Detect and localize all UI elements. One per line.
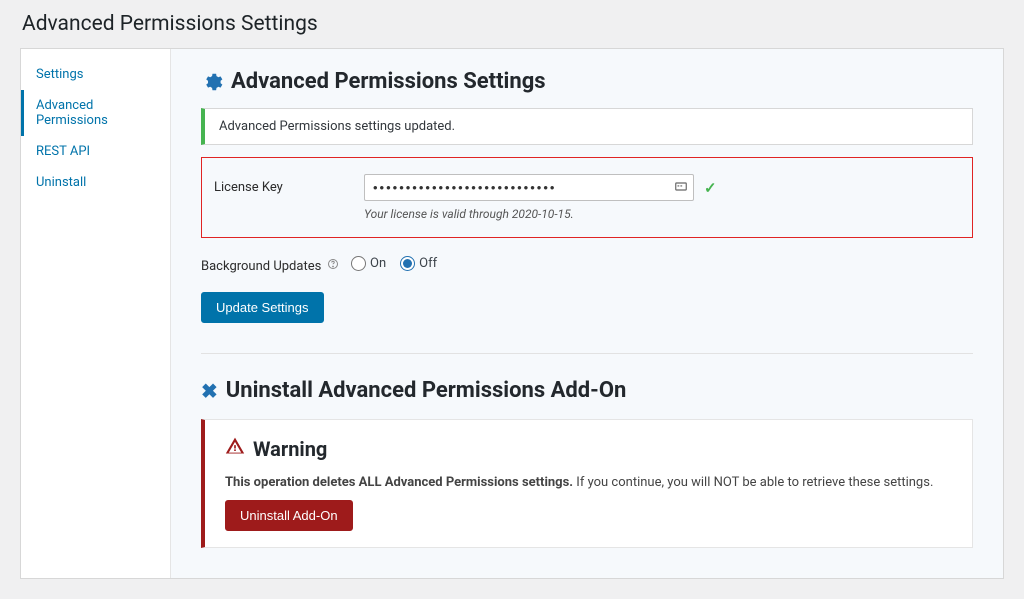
background-updates-label: Background Updates [201,259,321,274]
success-notice: Advanced Permissions settings updated. [201,108,973,145]
warning-icon [225,436,245,461]
credentials-icon [674,179,688,196]
help-icon[interactable] [327,258,339,273]
sidebar-item-advanced-permissions[interactable]: Advanced Permissions [21,90,170,136]
bg-updates-off-option[interactable]: Off [400,256,437,271]
close-icon: ✖ [201,379,218,403]
sidebar-item-settings[interactable]: Settings [21,59,170,90]
settings-heading-text: Advanced Permissions Settings [231,69,546,94]
bg-updates-on-radio[interactable] [351,256,366,271]
license-section: License Key ✓ Your license is valid t [201,157,973,238]
background-updates-row: Background Updates On Off [201,248,973,278]
bg-updates-on-option[interactable]: On [351,256,386,271]
license-key-input[interactable] [364,174,694,201]
main-content: Advanced Permissions Settings Advanced P… [171,49,1003,578]
sidebar-item-rest-api[interactable]: REST API [21,136,170,167]
update-settings-button[interactable]: Update Settings [201,292,324,323]
sidebar-item-uninstall[interactable]: Uninstall [21,167,170,198]
settings-heading: Advanced Permissions Settings [201,69,973,94]
section-divider [201,353,973,354]
uninstall-button[interactable]: Uninstall Add-On [225,500,353,531]
bg-updates-off-radio[interactable] [400,256,415,271]
page-title: Advanced Permissions Settings [20,12,1004,36]
bg-updates-off-label: Off [419,256,437,271]
warning-rest: If you continue, you will NOT be able to… [573,475,933,490]
bg-updates-on-label: On [370,256,386,271]
warning-bold: This operation deletes ALL Advanced Perm… [225,475,573,490]
uninstall-heading-text: Uninstall Advanced Permissions Add-On [226,378,627,403]
settings-panel: Settings Advanced Permissions REST API U… [20,48,1004,579]
check-icon: ✓ [704,179,717,197]
license-key-label: License Key [214,174,364,195]
uninstall-heading: ✖ Uninstall Advanced Permissions Add-On [201,378,973,403]
gears-icon [201,71,223,93]
license-description: Your license is valid through 2020-10-15… [364,207,960,221]
warning-box: Warning This operation deletes ALL Advan… [201,419,973,548]
sidebar: Settings Advanced Permissions REST API U… [21,49,171,578]
warning-heading-text: Warning [253,437,327,461]
warning-text: This operation deletes ALL Advanced Perm… [225,475,952,490]
